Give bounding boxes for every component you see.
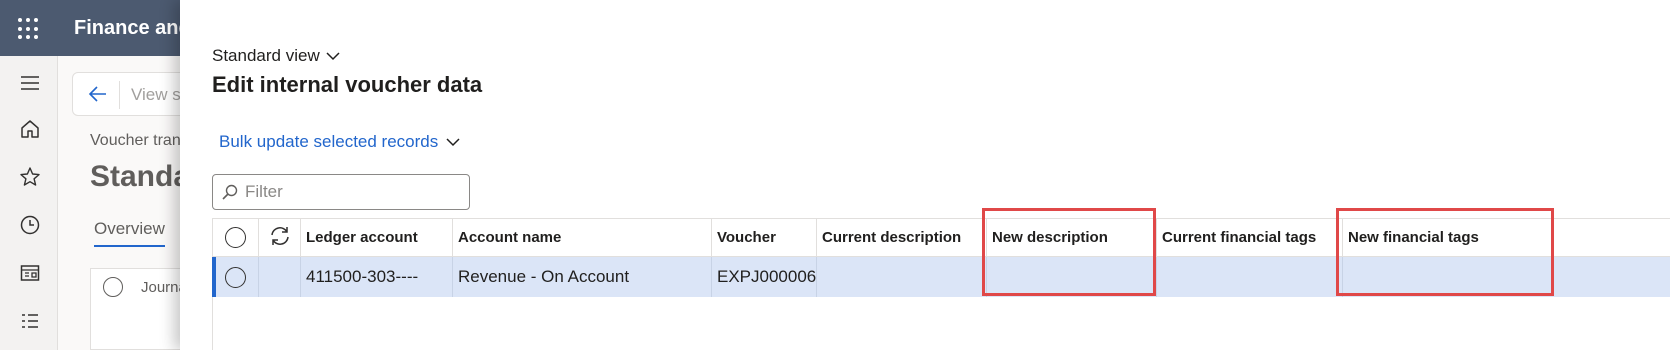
bulk-update-label: Bulk update selected records bbox=[219, 132, 439, 151]
refresh-icon[interactable] bbox=[268, 225, 292, 251]
divider bbox=[119, 81, 120, 109]
panel-title: Edit internal voucher data bbox=[212, 72, 483, 97]
clock-icon[interactable] bbox=[19, 214, 41, 236]
filter-box[interactable] bbox=[212, 174, 470, 210]
new-description-cell[interactable] bbox=[987, 257, 1157, 297]
new-financial-tags-cell[interactable] bbox=[1343, 257, 1670, 297]
current-description-cell bbox=[817, 257, 987, 297]
background-page-title: Standa bbox=[90, 160, 191, 193]
column-header-current-financial-tags[interactable]: Current financial tags bbox=[1157, 219, 1343, 256]
edit-voucher-panel: Standard view Edit internal voucher data… bbox=[180, 0, 1670, 350]
select-all-cell[interactable] bbox=[213, 219, 259, 256]
filter-input[interactable] bbox=[245, 182, 455, 202]
grid-header-row: Ledger account Account name Voucher Curr… bbox=[213, 219, 1670, 257]
account-name-cell[interactable]: Revenue - On Account bbox=[453, 257, 712, 297]
column-header-new-financial-tags[interactable]: New financial tags bbox=[1343, 219, 1670, 256]
refresh-cell[interactable] bbox=[259, 219, 301, 256]
column-header-new-description[interactable]: New description bbox=[987, 219, 1157, 256]
select-all-radio[interactable] bbox=[225, 227, 246, 248]
background-breadcrumb: Voucher tran bbox=[90, 132, 181, 149]
tab-overview[interactable]: Overview bbox=[94, 219, 165, 247]
bulk-update-button[interactable]: Bulk update selected records bbox=[219, 132, 460, 152]
app-launcher-icon[interactable] bbox=[18, 18, 40, 40]
chevron-down-icon bbox=[326, 46, 340, 66]
view-selector[interactable]: Standard view bbox=[212, 46, 340, 66]
home-icon[interactable] bbox=[19, 118, 41, 140]
voucher-grid: Ledger account Account name Voucher Curr… bbox=[212, 218, 1670, 350]
column-header-account-name[interactable]: Account name bbox=[453, 219, 712, 256]
app-title: Finance and bbox=[74, 17, 191, 39]
chevron-down-icon bbox=[446, 132, 460, 152]
column-header-ledger-account[interactable]: Ledger account bbox=[301, 219, 453, 256]
current-financial-tags-cell bbox=[1157, 257, 1343, 297]
table-row[interactable]: 411500-303---- Revenue - On Account EXPJ… bbox=[212, 257, 1670, 297]
voucher-link[interactable]: EXPJ000006 bbox=[712, 257, 817, 297]
column-header-current-description[interactable]: Current description bbox=[817, 219, 987, 256]
background-select-all-radio[interactable] bbox=[103, 277, 123, 297]
back-arrow-icon[interactable] bbox=[87, 83, 109, 110]
row-spacer-cell bbox=[259, 257, 301, 297]
view-selector-label: Standard view bbox=[212, 46, 320, 65]
menu-icon[interactable] bbox=[19, 72, 41, 94]
column-header-voucher[interactable]: Voucher bbox=[712, 219, 817, 256]
workspace-icon[interactable] bbox=[19, 262, 41, 284]
row-select-cell[interactable] bbox=[213, 257, 259, 297]
left-nav-rail bbox=[0, 56, 58, 350]
list-icon[interactable] bbox=[19, 310, 41, 332]
ledger-account-cell[interactable]: 411500-303---- bbox=[301, 257, 453, 297]
row-select-radio[interactable] bbox=[225, 266, 246, 288]
search-icon bbox=[221, 183, 239, 201]
back-bar-text: View s bbox=[131, 85, 181, 104]
star-icon[interactable] bbox=[19, 166, 41, 188]
